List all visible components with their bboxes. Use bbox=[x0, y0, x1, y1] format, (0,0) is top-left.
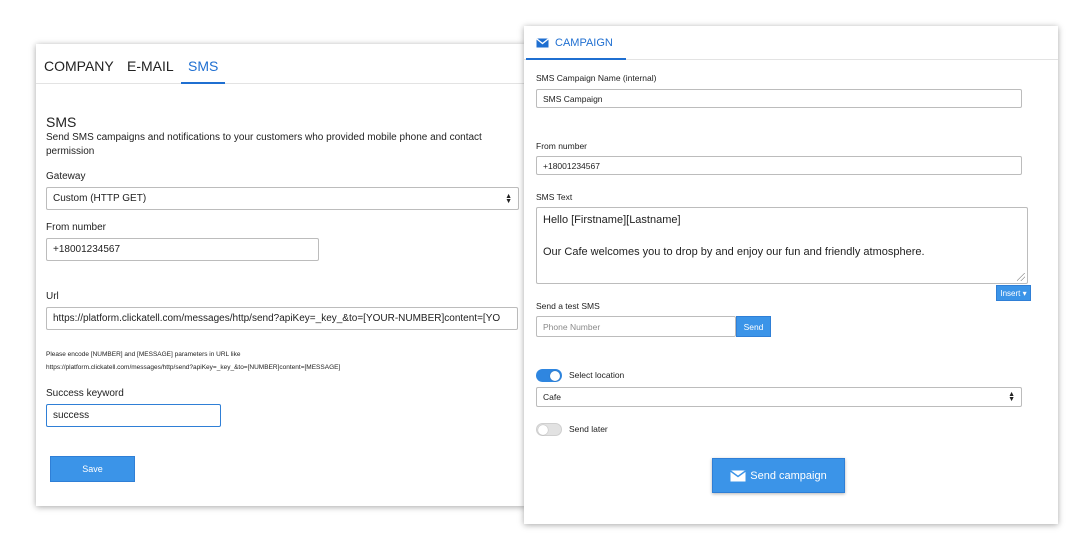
gateway-value: Custom (HTTP GET) bbox=[53, 193, 147, 204]
url-input[interactable]: https://platform.clickatell.com/messages… bbox=[46, 307, 518, 330]
section-description: Send SMS campaigns and notifications to … bbox=[46, 131, 482, 159]
send-test-button[interactable]: Send bbox=[736, 316, 771, 337]
select-location-label: Select location bbox=[569, 370, 625, 380]
settings-tabs: COMPANY E-MAIL SMS bbox=[36, 44, 526, 84]
sms-text-label: SMS Text bbox=[536, 192, 573, 202]
success-keyword-label: Success keyword bbox=[46, 388, 124, 399]
envelope-icon bbox=[536, 38, 549, 48]
tab-company[interactable]: COMPANY bbox=[44, 58, 114, 74]
url-hint-line-1: Please encode [NUMBER] and [MESSAGE] par… bbox=[46, 351, 241, 358]
tab-email[interactable]: E-MAIL bbox=[127, 58, 174, 74]
campaign-name-label: SMS Campaign Name (internal) bbox=[536, 73, 657, 83]
from-number-label: From number bbox=[46, 222, 107, 233]
campaign-panel: CAMPAIGN SMS Campaign Name (internal) SM… bbox=[524, 26, 1058, 524]
tab-campaign[interactable]: CAMPAIGN bbox=[536, 37, 613, 49]
save-button[interactable]: Save bbox=[50, 456, 135, 482]
toggle-knob bbox=[538, 424, 548, 435]
from-number-value: +18001234567 bbox=[543, 160, 600, 171]
send-campaign-label: Send campaign bbox=[750, 469, 827, 482]
success-keyword-input[interactable]: success bbox=[46, 404, 221, 427]
description-line-1: Send SMS campaigns and notifications to … bbox=[46, 132, 482, 143]
success-keyword-value: success bbox=[53, 410, 90, 421]
resize-handle[interactable] bbox=[1017, 273, 1025, 281]
from-number-input[interactable]: +18001234567 bbox=[46, 238, 319, 261]
sms-settings-panel: COMPANY E-MAIL SMS SMS Send SMS campaign… bbox=[36, 44, 526, 506]
location-value: Cafe bbox=[543, 392, 561, 402]
active-tab-indicator bbox=[526, 58, 626, 60]
select-arrows-icon: ▲ ▼ bbox=[1008, 391, 1015, 403]
campaign-name-value: SMS Campaign bbox=[543, 93, 603, 104]
send-later-label: Send later bbox=[569, 424, 608, 434]
select-arrows-icon: ▲ ▼ bbox=[505, 192, 512, 205]
test-sms-label: Send a test SMS bbox=[536, 301, 600, 311]
location-select[interactable]: Cafe ▲ ▼ bbox=[536, 387, 1022, 407]
tab-sms[interactable]: SMS bbox=[188, 58, 218, 74]
select-location-toggle[interactable] bbox=[536, 369, 562, 382]
tab-campaign-label: CAMPAIGN bbox=[555, 37, 613, 49]
send-later-toggle[interactable] bbox=[536, 423, 562, 436]
phone-number-placeholder: Phone Number bbox=[543, 321, 601, 332]
section-title: SMS bbox=[46, 114, 77, 130]
from-number-input[interactable]: +18001234567 bbox=[536, 156, 1022, 175]
from-number-label: From number bbox=[536, 141, 588, 151]
url-hint-line-2: https://platform.clickatell.com/messages… bbox=[46, 364, 341, 371]
url-label: Url bbox=[46, 291, 59, 302]
campaign-name-input[interactable]: SMS Campaign bbox=[536, 89, 1022, 108]
sms-text-area[interactable]: Hello [Firstname][Lastname] Our Cafe wel… bbox=[536, 207, 1028, 284]
envelope-icon bbox=[730, 469, 747, 481]
description-line-2: permission bbox=[46, 146, 95, 157]
send-campaign-button[interactable]: Send campaign bbox=[712, 458, 845, 493]
campaign-tab-bar: CAMPAIGN bbox=[524, 26, 1058, 60]
sms-text-line-1: Hello [Firstname][Lastname] bbox=[543, 214, 681, 226]
sms-text-line-2: Our Cafe welcomes you to drop by and enj… bbox=[543, 246, 925, 258]
url-hint: Please encode [NUMBER] and [MESSAGE] par… bbox=[46, 348, 340, 374]
toggle-knob bbox=[550, 370, 560, 381]
url-value: https://platform.clickatell.com/messages… bbox=[53, 313, 501, 324]
from-number-value: +18001234567 bbox=[53, 244, 121, 255]
gateway-label: Gateway bbox=[46, 171, 86, 182]
insert-dropdown-button[interactable]: Insert ▾ bbox=[996, 285, 1031, 301]
active-tab-indicator bbox=[181, 82, 225, 84]
phone-number-input[interactable]: Phone Number bbox=[536, 316, 736, 337]
gateway-select[interactable]: Custom (HTTP GET) ▲ ▼ bbox=[46, 187, 519, 210]
